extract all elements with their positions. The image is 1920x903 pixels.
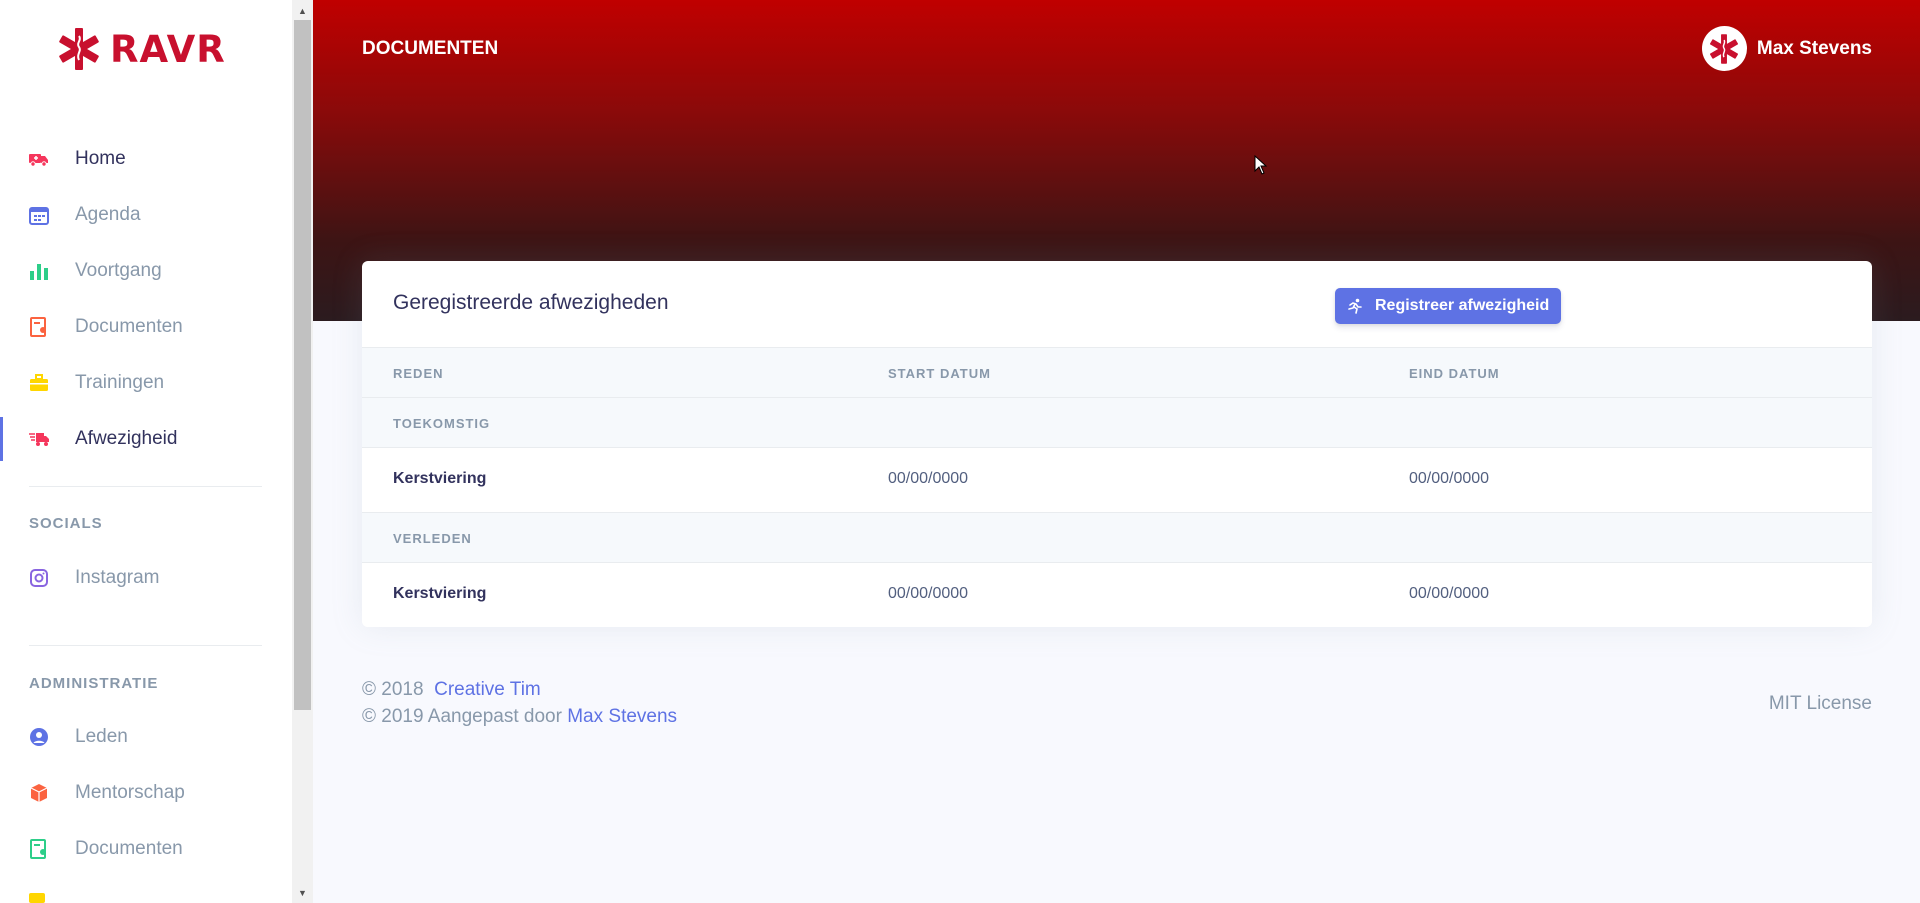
absence-start-date: 00/00/0000 [888,585,969,602]
star-of-life-icon [59,28,99,70]
absence-start-date: 00/00/0000 [888,470,969,487]
socials-heading: SOCIALS [29,515,103,532]
sidebar-item-label: Trainingen [75,372,165,393]
group-label: TOEKOMSTIG [393,416,491,431]
column-header-eind-datum[interactable]: EIND DATUM [1409,366,1500,381]
sidebar-item-label: Documenten [75,838,183,859]
absences-card: Geregistreerde afwezigheden Registreer a… [362,261,1872,627]
license-link[interactable]: MIT License [1769,693,1872,715]
instagram-icon [29,568,49,588]
scroll-thumb[interactable] [294,20,311,710]
sidebar-item-agenda[interactable]: Agenda [0,190,292,240]
creative-tim-link[interactable]: Creative Tim [434,679,541,700]
sidebar-scrollbar[interactable]: ▲ ▼ [292,0,313,903]
briefcase-icon [29,373,49,393]
mouse-cursor-icon [1254,155,1268,175]
group-row-toekomstig: TOEKOMSTIG [362,397,1872,447]
brand-logo[interactable]: RAVR [56,26,226,72]
bar-chart-icon [29,261,49,281]
running-person-icon [1348,298,1362,314]
table-row[interactable]: Kerstviering 00/00/0000 00/00/0000 [362,562,1872,627]
sidebar-item-label: Home [75,148,126,169]
sidebar-item-label: Instagram [75,567,160,588]
sidebar-item-documenten[interactable]: Documenten [0,302,292,352]
column-header-start-datum[interactable]: START DATUM [888,366,991,381]
avatar [1701,26,1747,71]
sidebar-item-label: Voortgang [75,260,162,281]
absence-reason: Kerstviering [393,470,487,487]
scroll-up-arrow-icon[interactable]: ▲ [292,2,313,19]
footer: © 2018 Creative Tim © 2019 Aangepast doo… [362,679,1872,733]
main-content: DOCUMENTEN Max Stevens Geregistreerde af… [313,0,1920,903]
column-header-reden[interactable]: REDEN [393,366,444,381]
divider [29,645,262,646]
box-icon [29,783,49,803]
table-row[interactable]: Kerstviering 00/00/0000 00/00/0000 [362,447,1872,512]
absence-end-date: 00/00/0000 [1409,585,1490,602]
sidebar-item-label: Mentorschap [75,782,185,803]
footer-copyright-1: © 2018 Creative Tim [362,679,1872,706]
user-menu[interactable]: Max Stevens [1701,26,1872,71]
sidebar-item-admin-documenten[interactable]: Documenten [0,824,292,874]
sidebar-item-label: Agenda [75,204,141,225]
card-header: Geregistreerde afwezigheden Registreer a… [362,261,1872,347]
page-title[interactable]: DOCUMENTEN [362,38,498,60]
truck-icon [29,429,49,449]
max-stevens-link[interactable]: Max Stevens [567,706,677,727]
sidebar-item-mentorschap[interactable]: Mentorschap [0,768,292,818]
group-label: VERLEDEN [393,531,472,546]
ambulance-icon [29,149,49,169]
sidebar-item-label: Afwezigheid [75,428,178,449]
sidebar-item-trainingen[interactable]: Trainingen [0,358,292,408]
copyright-2019: © 2019 Aangepast door [362,706,562,727]
sidebar-item-label: Leden [75,726,128,747]
absence-reason: Kerstviering [393,585,487,602]
sidebar-item-leden[interactable]: Leden [0,712,292,762]
absence-end-date: 00/00/0000 [1409,470,1490,487]
divider [29,486,262,487]
register-absence-label: Registreer afwezigheid [1375,297,1550,314]
sidebar-item-voortgang[interactable]: Voortgang [0,246,292,296]
star-of-life-icon [1710,33,1739,64]
brand-name: RAVR [110,27,226,71]
register-absence-button[interactable]: Registreer afwezigheid [1335,288,1561,324]
admin-heading: ADMINISTRATIE [29,675,159,692]
card-title: Geregistreerde afwezigheden [393,291,669,314]
footer-copyright-2: © 2019 Aangepast door Max Stevens [362,706,1872,733]
user-name: Max Stevens [1756,37,1872,59]
sidebar-item-home[interactable]: Home [0,134,292,184]
sidebar-item-label: Documenten [75,316,183,337]
document-icon [29,317,49,337]
sidebar: RAVR Home Agenda Voortgang Documenten Tr… [0,0,292,903]
copyright-2018: © 2018 [362,679,424,700]
scroll-down-arrow-icon[interactable]: ▼ [292,884,313,901]
document-icon [29,839,49,859]
group-row-verleden: VERLEDEN [362,512,1872,562]
table-header: REDEN START DATUM EIND DATUM [362,347,1872,397]
user-circle-icon [29,727,49,747]
partial-nav-icon [29,893,45,903]
calendar-icon [29,205,49,225]
sidebar-item-afwezigheid[interactable]: Afwezigheid [0,414,292,464]
sidebar-item-instagram[interactable]: Instagram [0,553,292,603]
